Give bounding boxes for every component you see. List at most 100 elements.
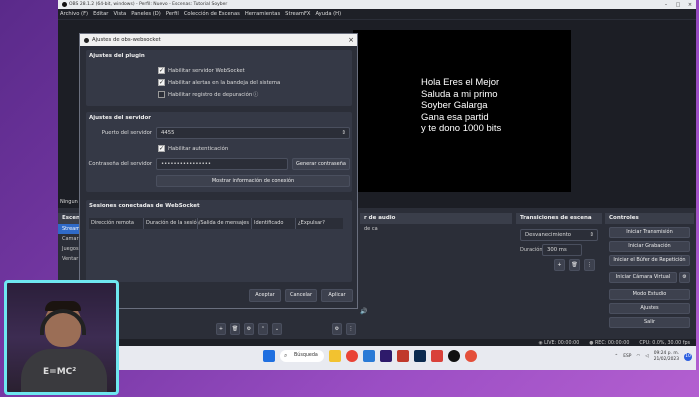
dialog-title-bar: Ajustes de obs-websocket ×: [80, 34, 357, 46]
column-session-duration[interactable]: Duración de la sesión: [143, 218, 197, 229]
windows-start-icon[interactable]: [263, 350, 275, 362]
file-explorer-icon[interactable]: [329, 350, 341, 362]
window-title-bar: OBS 28.1.2 (64-bit, windows) - Perfil: N…: [58, 0, 696, 9]
transitions-dock: Transiciones de escena Desvanecimiento ⇕…: [516, 213, 602, 339]
spinner-icon: ⇕: [589, 232, 594, 238]
chrome-icon[interactable]: [346, 350, 358, 362]
menu-coleccion-escenas[interactable]: Colección de Escenas: [184, 11, 240, 17]
ok-button[interactable]: Aceptar: [249, 289, 281, 302]
tray-alerts-row[interactable]: ✓ Habilitar alertas en la bandeja del si…: [158, 79, 280, 86]
auth-label: Habilitar autenticación: [168, 145, 229, 152]
enable-websocket-checkbox[interactable]: ✓: [158, 67, 165, 74]
photoshop-icon[interactable]: [414, 350, 426, 362]
column-messages[interactable]: Entrada/Salida de mensajes: [197, 218, 251, 229]
vscode-icon[interactable]: [363, 350, 375, 362]
add-transition-icon[interactable]: +: [554, 259, 565, 271]
sources-toolbar: + 🗑 ⚙ ⌃ ⌄: [216, 323, 282, 335]
menu-paneles[interactable]: Paneles (D): [131, 11, 161, 17]
volume-tray-icon[interactable]: ◁: [645, 354, 648, 359]
scene-item[interactable]: Ventar: [58, 254, 80, 264]
close-icon[interactable]: ×: [684, 2, 696, 8]
audio-settings-icon[interactable]: ⚙: [332, 323, 342, 335]
cancel-button[interactable]: Cancelar: [285, 289, 317, 302]
preview-text-line: Gana esa partid: [421, 111, 489, 123]
audio-mixer-dock: r de audio de ca 🔊 ⚙ ⋮: [332, 213, 512, 339]
port-label: Puerto del servidor: [101, 130, 152, 136]
wifi-icon[interactable]: ◠: [636, 354, 640, 359]
start-recording-button[interactable]: Iniciar Grabación: [609, 241, 690, 252]
move-down-icon[interactable]: ⌄: [272, 323, 282, 335]
tray-alerts-checkbox[interactable]: ✓: [158, 79, 165, 86]
scenes-dock-title: Escen: [58, 213, 80, 224]
add-source-icon[interactable]: +: [216, 323, 226, 335]
minimize-icon[interactable]: –: [660, 2, 672, 8]
generate-password-button[interactable]: Generar contraseña: [292, 158, 350, 170]
volume-icon[interactable]: 🔊: [360, 308, 367, 315]
tray-chevron-icon[interactable]: ⌃: [615, 354, 619, 359]
start-streaming-button[interactable]: Iniciar Transmisión: [609, 227, 690, 238]
plugin-settings-group: Ajustes del plugin ✓ Habilitar servidor …: [86, 50, 352, 106]
move-up-icon[interactable]: ⌃: [258, 323, 268, 335]
search-icon: ⌕: [284, 352, 288, 359]
start-replay-buffer-button[interactable]: Iniciar el Búfer de Repetición: [609, 255, 690, 266]
menu-ayuda[interactable]: Ayuda (H): [315, 11, 341, 17]
transitions-title: Transiciones de escena: [516, 213, 602, 224]
sessions-table-header: Dirección remota Duración de la sesión E…: [89, 218, 343, 229]
obs-taskbar-icon[interactable]: [448, 350, 460, 362]
auth-row[interactable]: ✓ Habilitar autenticación: [158, 145, 228, 152]
tray-alerts-label: Habilitar alertas en la bandeja del sist…: [168, 79, 281, 86]
menu-archivo[interactable]: Archivo (F): [60, 11, 88, 17]
auth-checkbox[interactable]: ✓: [158, 145, 165, 152]
source-settings-icon[interactable]: ⚙: [244, 323, 254, 335]
exit-button[interactable]: Salir: [609, 317, 690, 328]
controls-title: Controles: [605, 213, 694, 224]
taskbar-icons: ⌕ Búsqueda: [263, 350, 477, 362]
debug-log-row[interactable]: Habilitar registro de depuración ⓘ: [158, 91, 258, 98]
close-icon[interactable]: ×: [345, 36, 357, 44]
menu-perfil[interactable]: Perfil: [166, 11, 179, 17]
port-spinner-icon[interactable]: ⇕: [342, 130, 346, 136]
remove-transition-icon[interactable]: 🗑: [569, 259, 580, 271]
virtual-cam-settings-icon[interactable]: ⚙: [679, 272, 690, 283]
column-remote-address[interactable]: Dirección remota: [89, 218, 143, 229]
notifications-badge[interactable]: 10: [684, 352, 692, 361]
password-input[interactable]: ••••••••••••••••: [156, 158, 288, 170]
debug-log-checkbox[interactable]: [158, 91, 165, 98]
language-indicator[interactable]: ESP: [623, 354, 631, 359]
help-icon[interactable]: ⓘ: [253, 91, 258, 98]
start-virtual-camera-button[interactable]: Iniciar Cámara Virtual: [609, 272, 677, 283]
column-kick[interactable]: ¿Expulsar?: [295, 218, 343, 229]
preview-canvas[interactable]: Hola Eres el Mejor Saluda a mi primo Soy…: [353, 30, 571, 192]
audio-menu-icon[interactable]: ⋮: [346, 323, 356, 335]
menu-herramientas[interactable]: Herramientas: [245, 11, 280, 17]
webcam-overlay: E=MC²: [4, 280, 119, 395]
transition-select[interactable]: Desvanecimiento ⇕: [520, 229, 598, 241]
transition-menu-icon[interactable]: ⋮: [584, 259, 595, 271]
password-value: ••••••••••••••••: [161, 161, 211, 167]
premiere-icon[interactable]: [380, 350, 392, 362]
obs-logo-icon: [84, 37, 89, 43]
browser-icon[interactable]: [465, 350, 477, 362]
taskbar-search[interactable]: ⌕ Búsqueda: [280, 350, 324, 362]
apply-button[interactable]: Aplicar: [321, 289, 353, 302]
maximize-icon[interactable]: □: [672, 2, 684, 8]
remove-source-icon[interactable]: 🗑: [230, 323, 240, 335]
show-connection-info-button[interactable]: Mostrar información de conexión: [156, 175, 350, 187]
studio-mode-button[interactable]: Modo Estudio: [609, 289, 690, 300]
websocket-settings-dialog: Ajustes de obs-websocket × Ajustes del p…: [79, 33, 358, 309]
menu-editar[interactable]: Editar: [93, 11, 108, 17]
settings-button[interactable]: Ajustes: [609, 303, 690, 314]
plugin-settings-title: Ajustes del plugin: [89, 53, 145, 59]
column-identified[interactable]: Identificado: [251, 218, 295, 229]
scene-item[interactable]: Camar: [58, 234, 80, 244]
menu-streamfx[interactable]: StreamFX: [285, 11, 310, 17]
port-input[interactable]: 4455 ⇕: [156, 127, 350, 139]
menu-vista[interactable]: Vista: [113, 11, 126, 17]
app-icon[interactable]: [431, 350, 443, 362]
duration-input[interactable]: 300 ms: [542, 244, 582, 256]
scene-item[interactable]: Stream: [58, 224, 80, 234]
clock[interactable]: 09:24 p. m. 21/02/2023: [654, 351, 679, 362]
enable-websocket-row[interactable]: ✓ Habilitar servidor WebSocket: [158, 67, 245, 74]
scene-item[interactable]: Juegos: [58, 244, 80, 254]
app-icon[interactable]: [397, 350, 409, 362]
